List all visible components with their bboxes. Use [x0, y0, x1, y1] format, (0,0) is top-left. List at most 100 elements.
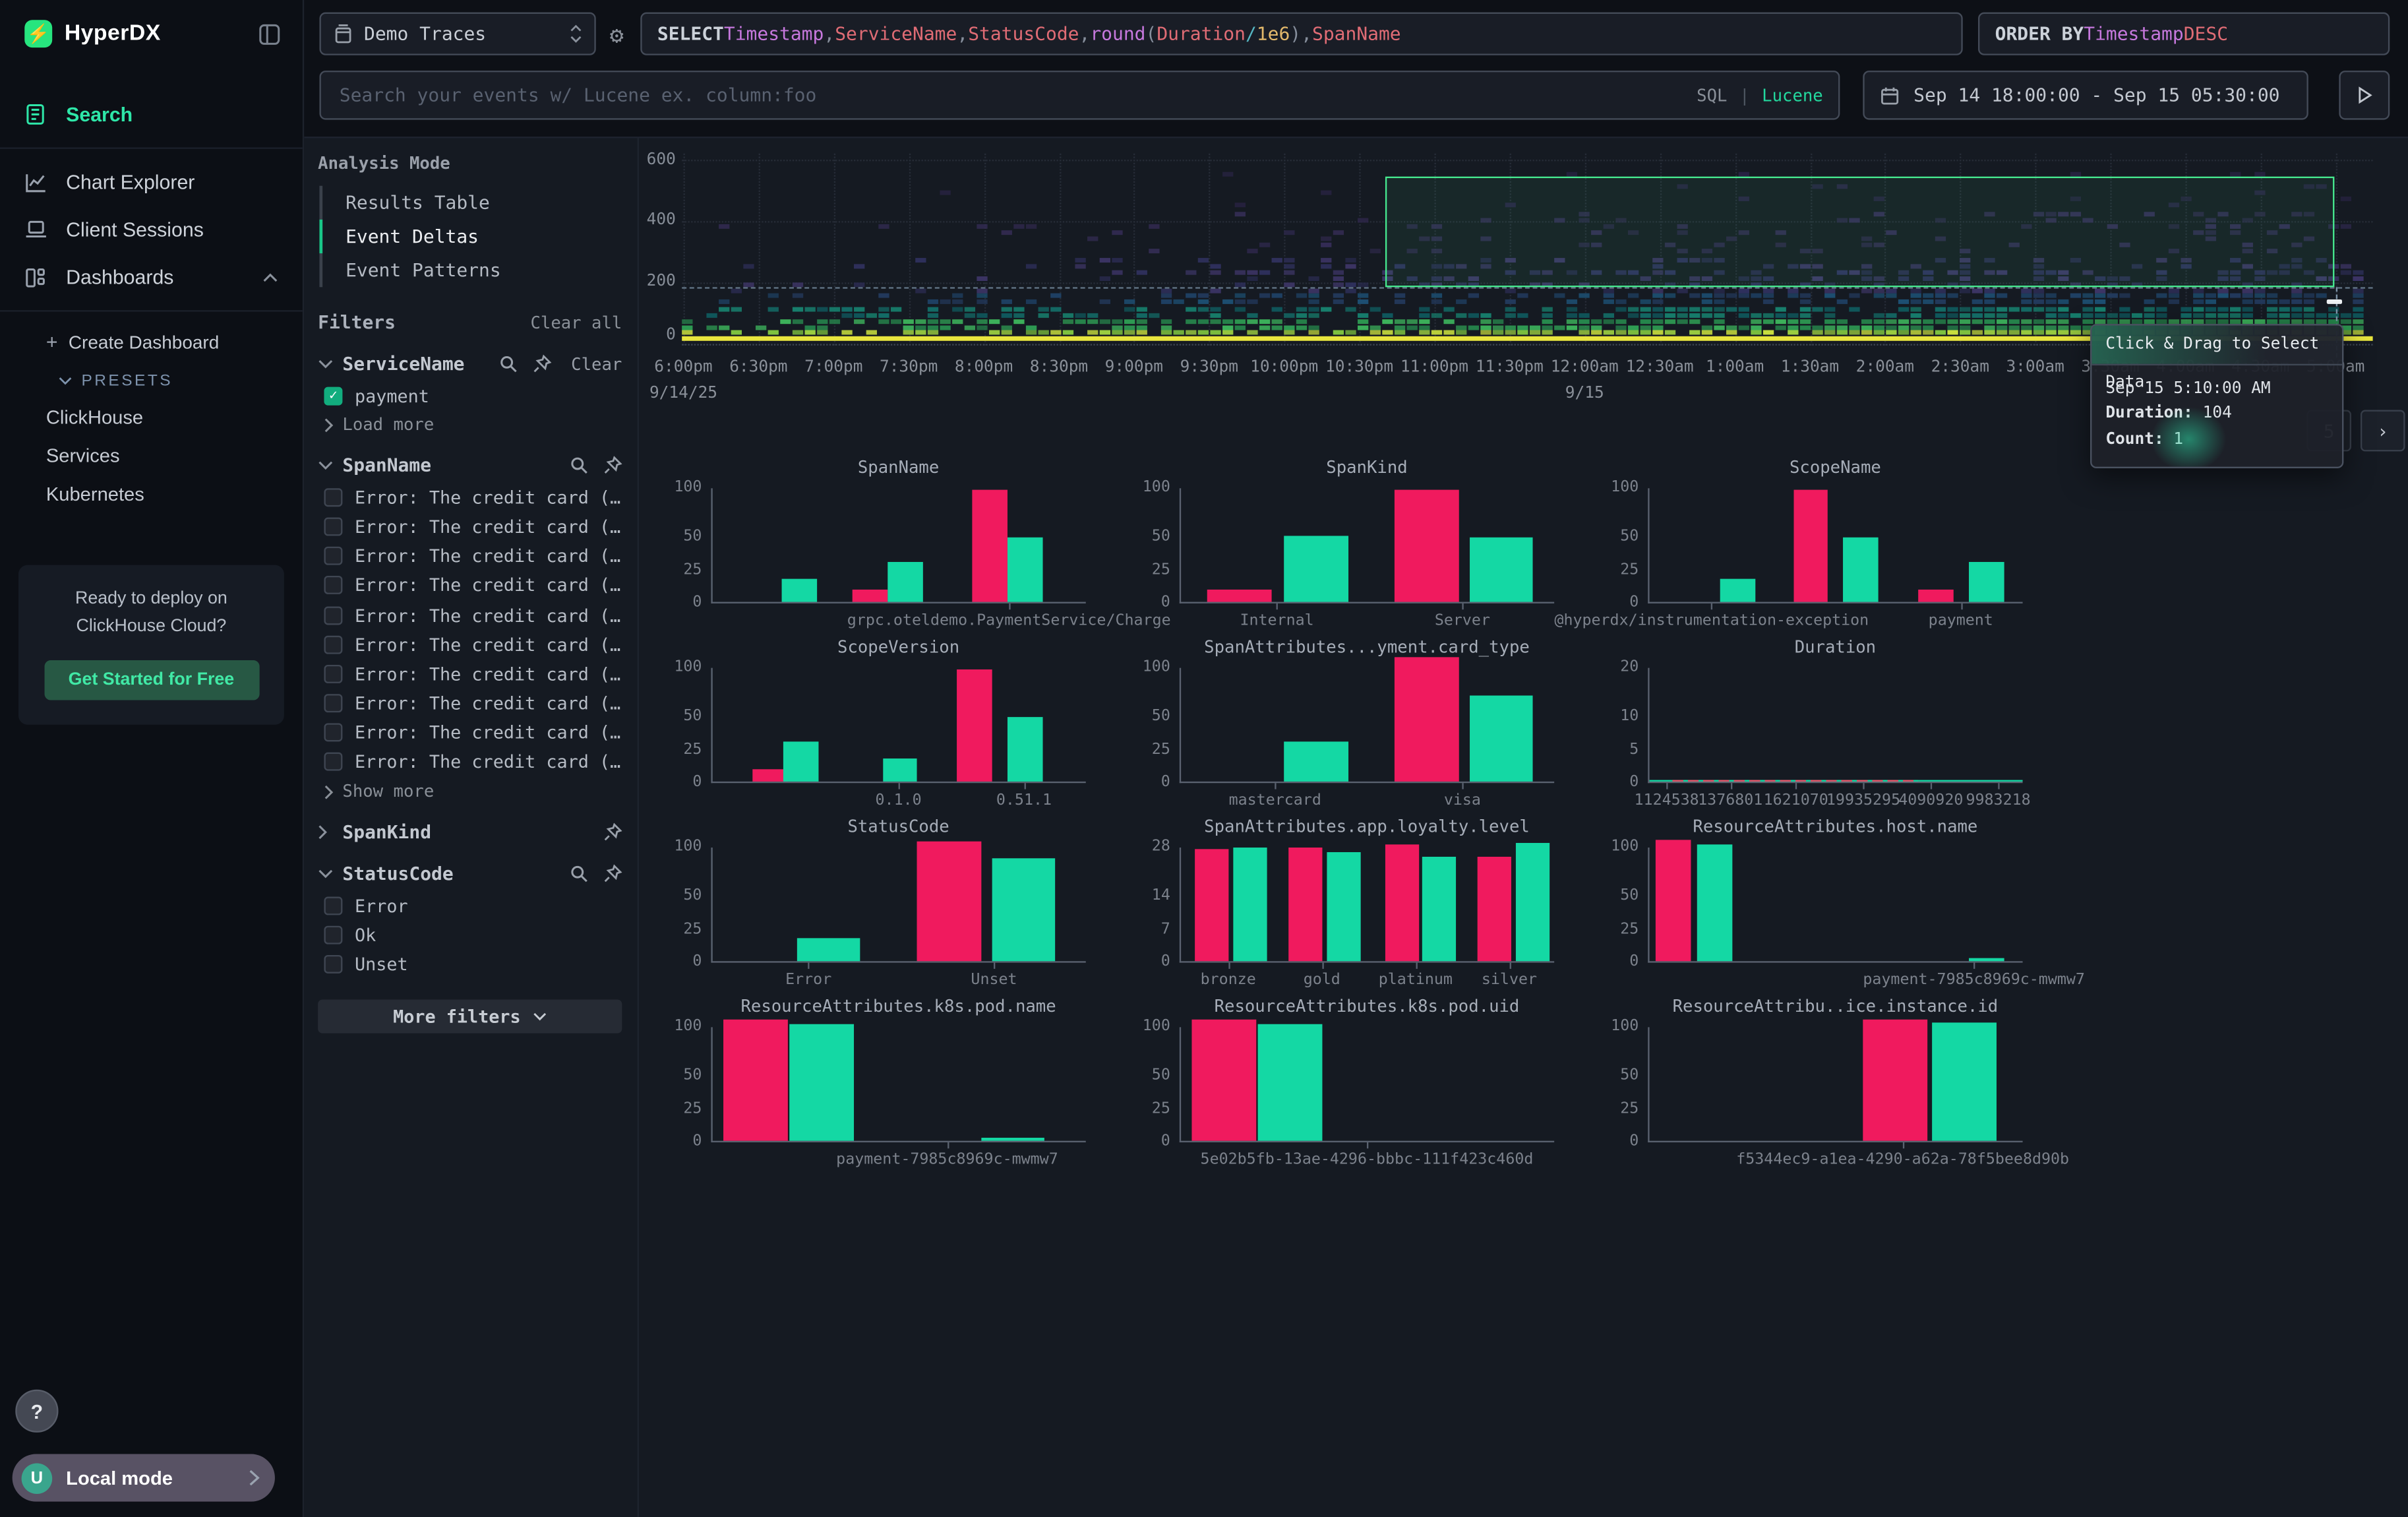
- filter-checkbox-row[interactable]: Error: [318, 890, 622, 920]
- bar-chart-duration[interactable]: [1648, 668, 2022, 784]
- filter-checkbox-row[interactable]: Error: The credit card (…: [318, 482, 622, 512]
- bar-chart-resourceattributes-k8s-pod-name[interactable]: [711, 1027, 1085, 1142]
- order-by-input[interactable]: ORDER BY Timestamp DESC: [1978, 13, 2390, 55]
- heatmap-cell: [1628, 307, 1639, 312]
- pin-icon[interactable]: [603, 456, 622, 475]
- filter-checkbox-row[interactable]: ✓payment: [318, 381, 622, 410]
- checkbox[interactable]: [324, 724, 342, 742]
- clear-filter-button[interactable]: Clear: [571, 354, 622, 374]
- checkbox[interactable]: [324, 665, 342, 683]
- checkbox[interactable]: [324, 547, 342, 565]
- heatmap-cell: [2095, 307, 2105, 312]
- pin-icon[interactable]: [603, 865, 622, 883]
- bar-chart-resourceattributes-host-name[interactable]: [1648, 848, 2022, 963]
- analysis-mode-option-results-table[interactable]: Results Table: [322, 186, 622, 220]
- sidebar-item-search[interactable]: Search: [0, 90, 303, 138]
- filter-checkbox-row[interactable]: Error: The credit card (…: [318, 659, 622, 689]
- filter-checkbox-row[interactable]: Unset: [318, 950, 622, 979]
- checkbox[interactable]: [324, 753, 342, 772]
- chart-bar: [1284, 536, 1348, 602]
- filter-checkbox-row[interactable]: Error: The credit card (…: [318, 718, 622, 748]
- preset-services[interactable]: Services: [0, 436, 303, 474]
- duration-heatmap[interactable]: [682, 154, 2372, 346]
- next-page-button[interactable]: ›: [2361, 410, 2405, 452]
- heatmap-cell: [2341, 319, 2351, 324]
- source-select[interactable]: Demo Traces: [319, 13, 595, 55]
- filter-section-statuscode[interactable]: StatusCode: [318, 863, 622, 884]
- heatmap-cell: [903, 326, 914, 330]
- sidebar-item-client-sessions[interactable]: Client Sessions: [0, 206, 303, 253]
- create-dashboard-button[interactable]: + Create Dashboard: [0, 321, 303, 363]
- pin-icon[interactable]: [533, 355, 551, 373]
- heatmap-cell: [1013, 319, 1024, 324]
- preset-kubernetes[interactable]: Kubernetes: [0, 474, 303, 512]
- account-menu[interactable]: U Local mode: [13, 1454, 275, 1502]
- bar-chart-spanattributes-app-loyalty-level[interactable]: [1180, 848, 1554, 963]
- heatmap-cell: [1960, 289, 1970, 294]
- pin-icon[interactable]: [603, 823, 622, 842]
- filter-checkbox-row[interactable]: Error: The credit card (…: [318, 630, 622, 660]
- filter-checkbox-row[interactable]: Error: The credit card (…: [318, 600, 622, 630]
- more-filters-button[interactable]: More filters: [318, 999, 622, 1033]
- search-input[interactable]: [336, 83, 1684, 108]
- bar-chart-spanattributes-yment-card-type[interactable]: [1180, 668, 1554, 784]
- bar-chart-scopename[interactable]: [1648, 488, 2022, 604]
- bar-chart-resourceattribu-ice-instance-id[interactable]: [1648, 1027, 2022, 1142]
- sidebar-item-chart-explorer[interactable]: Chart Explorer: [0, 158, 303, 206]
- sidebar-collapse-icon[interactable]: [258, 22, 281, 46]
- bar-chart-spanname[interactable]: [711, 488, 1085, 604]
- bar-chart-resourceattributes-k8s-pod-uid[interactable]: [1180, 1027, 1554, 1142]
- filter-checkbox-row[interactable]: Error: The credit card (…: [318, 542, 622, 571]
- sql-mode-toggle[interactable]: SQL: [1697, 85, 1727, 105]
- bar-chart-spankind[interactable]: [1180, 488, 1554, 604]
- filter-load-more-link[interactable]: Load more: [318, 410, 622, 435]
- filter-section-spanname[interactable]: SpanName: [318, 454, 622, 476]
- heatmap-cell: [1812, 326, 1822, 330]
- filter-checkbox-row[interactable]: Error: The credit card (…: [318, 512, 622, 542]
- lucene-mode-toggle[interactable]: Lucene: [1762, 85, 1823, 105]
- select-query-input[interactable]: SELECT Timestamp, ServiceName, StatusCod…: [640, 13, 1962, 55]
- filter-section-spankind[interactable]: SpanKind: [318, 822, 622, 844]
- checkbox[interactable]: [324, 955, 342, 974]
- heatmap-selection-rect[interactable]: [1385, 177, 2334, 288]
- heatmap-cell: [903, 319, 914, 324]
- chevron-up-icon[interactable]: [262, 272, 278, 282]
- checkbox-checked[interactable]: ✓: [324, 387, 342, 405]
- chart-ytick-label: 100: [1577, 1018, 1639, 1035]
- checkbox[interactable]: [324, 605, 342, 624]
- checkbox[interactable]: [324, 635, 342, 654]
- filter-checkbox-row[interactable]: Error: The credit card (…: [318, 689, 622, 718]
- heatmap-cell: [2304, 319, 2314, 324]
- filter-show-more-link[interactable]: Show more: [318, 777, 622, 801]
- chevron-right-icon: [318, 824, 333, 840]
- checkbox[interactable]: [324, 517, 342, 536]
- get-started-button[interactable]: Get Started for Free: [44, 660, 258, 700]
- filter-checkbox-row[interactable]: Error: The credit card (…: [318, 747, 622, 777]
- heatmap-cell: [854, 319, 864, 324]
- sidebar-item-dashboards[interactable]: Dashboards: [0, 253, 303, 301]
- bar-chart-statuscode[interactable]: [711, 848, 1085, 963]
- filter-section-servicename[interactable]: ServiceNameClear: [318, 353, 622, 375]
- help-button[interactable]: ?: [15, 1390, 58, 1433]
- presets-toggle[interactable]: PRESETS: [0, 362, 303, 398]
- filter-checkbox-row[interactable]: Ok: [318, 920, 622, 950]
- search-icon[interactable]: [570, 456, 588, 475]
- gear-icon[interactable]: ⚙: [610, 22, 624, 49]
- filter-checkbox-row[interactable]: Error: The credit card (…: [318, 571, 622, 600]
- analysis-mode-option-event-patterns[interactable]: Event Patterns: [322, 253, 622, 287]
- checkbox[interactable]: [324, 576, 342, 595]
- search-icon[interactable]: [570, 865, 588, 883]
- bar-chart-scopeversion[interactable]: [711, 668, 1085, 784]
- heatmap-cell: [1849, 294, 1859, 298]
- checkbox[interactable]: [324, 896, 342, 915]
- checkbox[interactable]: [324, 488, 342, 507]
- run-query-button[interactable]: [2339, 71, 2390, 119]
- analysis-mode-option-event-deltas[interactable]: Event Deltas: [322, 220, 622, 253]
- search-icon[interactable]: [499, 355, 518, 373]
- clear-all-button[interactable]: Clear all: [530, 313, 622, 332]
- date-range-picker[interactable]: Sep 14 18:00:00 - Sep 15 05:30:00: [1863, 71, 2308, 119]
- heatmap-cell: [1002, 330, 1012, 334]
- preset-clickhouse[interactable]: ClickHouse: [0, 398, 303, 436]
- checkbox[interactable]: [324, 925, 342, 944]
- checkbox[interactable]: [324, 694, 342, 712]
